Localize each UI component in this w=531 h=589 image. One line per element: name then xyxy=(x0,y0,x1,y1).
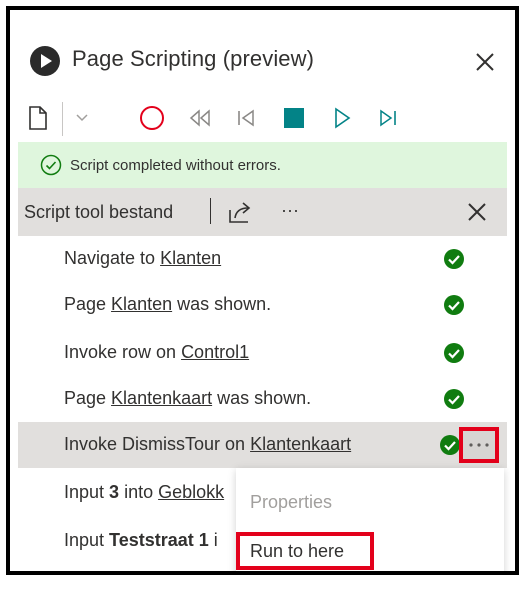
step-label: Page Klantenkaart was shown. xyxy=(64,388,312,408)
record-icon[interactable] xyxy=(138,104,166,132)
status-text: Script completed without errors. xyxy=(70,156,281,174)
share-icon[interactable] xyxy=(226,198,254,226)
step-label: Input 3 into Geblokk xyxy=(64,482,225,502)
pane-title: Page Scripting (preview) xyxy=(72,46,315,71)
rewind-icon[interactable] xyxy=(186,104,214,132)
more-options-icon[interactable]: ··· xyxy=(276,198,304,226)
close-script-icon[interactable] xyxy=(465,200,489,224)
play-icon[interactable] xyxy=(328,104,356,132)
playback-toolbar xyxy=(10,100,515,140)
step-label: Invoke DismissTour on Klantenkaart xyxy=(64,434,352,454)
step-row[interactable]: Navigate to Klanten xyxy=(18,236,507,282)
new-file-icon[interactable] xyxy=(24,104,52,132)
menu-item-run-to-here[interactable]: Run to here xyxy=(236,532,374,570)
success-icon xyxy=(444,343,464,363)
step-link[interactable]: Klantenkaart xyxy=(111,388,212,408)
step-context-menu: Properties Run to here xyxy=(236,468,504,571)
step-label: Input Teststraat 1 i xyxy=(64,530,218,550)
step-link[interactable]: Klanten xyxy=(111,294,172,314)
script-file-name: Script tool bestand xyxy=(24,202,174,222)
step-row-selected[interactable]: Invoke DismissTour on Klantenkaart xyxy=(18,422,507,468)
success-icon xyxy=(440,435,460,455)
page-scripting-logo-icon xyxy=(30,46,60,76)
step-forward-icon[interactable] xyxy=(374,104,402,132)
step-link[interactable]: Klanten xyxy=(160,248,221,268)
step-row[interactable]: Invoke row on Control1 xyxy=(18,330,507,376)
step-row[interactable]: Page Klanten was shown. xyxy=(18,282,507,328)
status-banner: Script completed without errors. xyxy=(18,142,507,188)
success-icon xyxy=(444,389,464,409)
step-label: Navigate to Klanten xyxy=(64,248,222,268)
step-label: Invoke row on Control1 xyxy=(64,342,250,362)
success-icon xyxy=(444,249,464,269)
step-row[interactable]: Page Klantenkaart was shown. xyxy=(18,376,507,422)
menu-item-properties[interactable]: Properties xyxy=(250,492,332,513)
stop-icon[interactable] xyxy=(280,104,308,132)
success-check-icon xyxy=(40,154,62,176)
step-link[interactable]: Klantenkaart xyxy=(250,434,351,454)
header-divider xyxy=(210,198,211,224)
page-scripting-pane: Page Scripting (preview) Script complete… xyxy=(6,6,519,575)
chevron-down-icon[interactable] xyxy=(68,104,96,132)
step-link[interactable]: Control1 xyxy=(181,342,249,362)
ellipsis-icon xyxy=(469,443,489,447)
success-icon xyxy=(444,295,464,315)
step-label: Page Klanten was shown. xyxy=(64,294,272,314)
script-list-header: Script tool bestand ··· xyxy=(18,188,507,236)
step-link[interactable]: Geblokk xyxy=(158,482,224,502)
pane-header: Page Scripting (preview) xyxy=(10,10,515,90)
step-more-options-button[interactable] xyxy=(459,427,499,463)
toolbar-divider xyxy=(62,102,63,136)
step-back-icon[interactable] xyxy=(232,104,260,132)
close-pane-icon[interactable] xyxy=(473,50,497,74)
